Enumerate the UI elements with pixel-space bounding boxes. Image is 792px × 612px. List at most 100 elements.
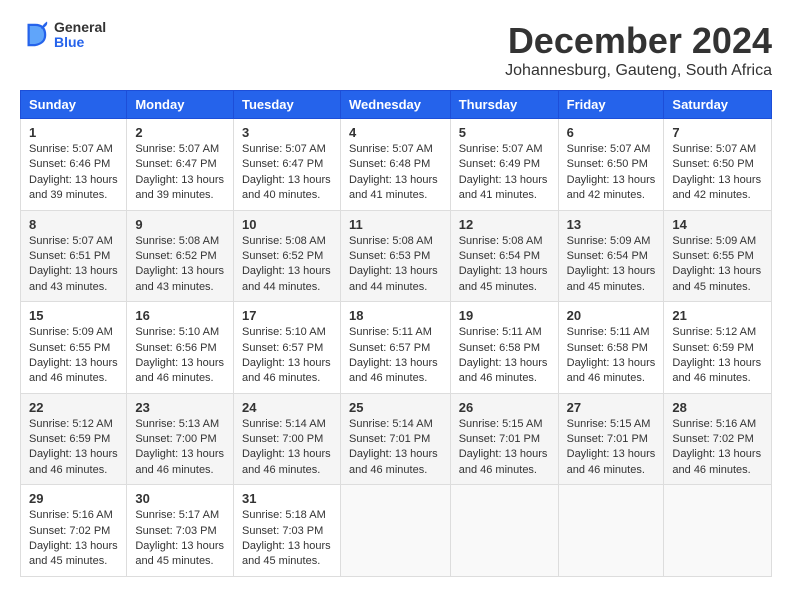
daylight-label: Daylight: 13 hours and 45 minutes. (242, 540, 331, 567)
calendar-week-row: 22 Sunrise: 5:12 AM Sunset: 6:59 PM Dayl… (21, 393, 772, 485)
sunset-label: Sunset: 6:56 PM (135, 342, 216, 354)
day-info: Sunrise: 5:08 AM Sunset: 6:54 PM Dayligh… (459, 234, 550, 296)
month-title: December 2024 (505, 20, 772, 62)
table-row: 4 Sunrise: 5:07 AM Sunset: 6:48 PM Dayli… (340, 119, 450, 211)
daylight-label: Daylight: 13 hours and 46 minutes. (672, 448, 761, 475)
sunrise-label: Sunrise: 5:08 AM (135, 235, 219, 247)
sunrise-label: Sunrise: 5:09 AM (567, 235, 651, 247)
logo: General Blue (20, 20, 106, 51)
col-friday: Friday (558, 91, 664, 119)
day-info: Sunrise: 5:18 AM Sunset: 7:03 PM Dayligh… (242, 508, 332, 570)
day-info: Sunrise: 5:07 AM Sunset: 6:50 PM Dayligh… (672, 142, 763, 204)
day-number: 31 (242, 491, 332, 506)
logo-icon (20, 20, 50, 50)
day-number: 29 (29, 491, 118, 506)
table-row: 10 Sunrise: 5:08 AM Sunset: 6:52 PM Dayl… (233, 210, 340, 302)
day-number: 3 (242, 125, 332, 140)
table-row (340, 485, 450, 577)
day-number: 13 (567, 217, 656, 232)
day-number: 7 (672, 125, 763, 140)
daylight-label: Daylight: 13 hours and 46 minutes. (242, 357, 331, 384)
day-number: 8 (29, 217, 118, 232)
sunset-label: Sunset: 7:01 PM (459, 433, 540, 445)
day-info: Sunrise: 5:11 AM Sunset: 6:57 PM Dayligh… (349, 325, 442, 387)
sunrise-label: Sunrise: 5:10 AM (242, 326, 326, 338)
day-number: 15 (29, 308, 118, 323)
day-info: Sunrise: 5:14 AM Sunset: 7:01 PM Dayligh… (349, 417, 442, 479)
sunrise-label: Sunrise: 5:09 AM (29, 326, 113, 338)
sunset-label: Sunset: 7:03 PM (242, 525, 323, 537)
daylight-label: Daylight: 13 hours and 39 minutes. (135, 174, 224, 201)
day-info: Sunrise: 5:12 AM Sunset: 6:59 PM Dayligh… (29, 417, 118, 479)
daylight-label: Daylight: 13 hours and 45 minutes. (459, 265, 548, 292)
sunrise-label: Sunrise: 5:07 AM (672, 143, 756, 155)
table-row: 15 Sunrise: 5:09 AM Sunset: 6:55 PM Dayl… (21, 302, 127, 394)
table-row: 23 Sunrise: 5:13 AM Sunset: 7:00 PM Dayl… (127, 393, 234, 485)
location-title: Johannesburg, Gauteng, South Africa (505, 62, 772, 80)
sunset-label: Sunset: 6:51 PM (29, 250, 110, 262)
sunrise-label: Sunrise: 5:08 AM (349, 235, 433, 247)
daylight-label: Daylight: 13 hours and 46 minutes. (349, 357, 438, 384)
sunset-label: Sunset: 6:58 PM (567, 342, 648, 354)
daylight-label: Daylight: 13 hours and 45 minutes. (135, 540, 224, 567)
table-row: 21 Sunrise: 5:12 AM Sunset: 6:59 PM Dayl… (664, 302, 772, 394)
sunset-label: Sunset: 7:00 PM (242, 433, 323, 445)
day-info: Sunrise: 5:11 AM Sunset: 6:58 PM Dayligh… (567, 325, 656, 387)
sunrise-label: Sunrise: 5:11 AM (459, 326, 542, 338)
daylight-label: Daylight: 13 hours and 43 minutes. (135, 265, 224, 292)
sunrise-label: Sunrise: 5:07 AM (29, 143, 113, 155)
sunrise-label: Sunrise: 5:07 AM (135, 143, 219, 155)
table-row: 9 Sunrise: 5:08 AM Sunset: 6:52 PM Dayli… (127, 210, 234, 302)
sunset-label: Sunset: 6:47 PM (242, 158, 323, 170)
sunset-label: Sunset: 6:52 PM (135, 250, 216, 262)
sunrise-label: Sunrise: 5:14 AM (349, 418, 433, 430)
sunset-label: Sunset: 6:55 PM (29, 342, 110, 354)
sunset-label: Sunset: 6:55 PM (672, 250, 753, 262)
daylight-label: Daylight: 13 hours and 42 minutes. (567, 174, 656, 201)
table-row: 14 Sunrise: 5:09 AM Sunset: 6:55 PM Dayl… (664, 210, 772, 302)
sunrise-label: Sunrise: 5:07 AM (349, 143, 433, 155)
sunrise-label: Sunrise: 5:08 AM (459, 235, 543, 247)
day-info: Sunrise: 5:15 AM Sunset: 7:01 PM Dayligh… (459, 417, 550, 479)
daylight-label: Daylight: 13 hours and 46 minutes. (29, 357, 118, 384)
col-saturday: Saturday (664, 91, 772, 119)
day-info: Sunrise: 5:09 AM Sunset: 6:54 PM Dayligh… (567, 234, 656, 296)
day-info: Sunrise: 5:07 AM Sunset: 6:46 PM Dayligh… (29, 142, 118, 204)
sunrise-label: Sunrise: 5:09 AM (672, 235, 756, 247)
day-info: Sunrise: 5:07 AM Sunset: 6:47 PM Dayligh… (242, 142, 332, 204)
table-row: 7 Sunrise: 5:07 AM Sunset: 6:50 PM Dayli… (664, 119, 772, 211)
day-info: Sunrise: 5:11 AM Sunset: 6:58 PM Dayligh… (459, 325, 550, 387)
sunrise-label: Sunrise: 5:08 AM (242, 235, 326, 247)
day-info: Sunrise: 5:09 AM Sunset: 6:55 PM Dayligh… (672, 234, 763, 296)
sunset-label: Sunset: 6:54 PM (567, 250, 648, 262)
table-row (558, 485, 664, 577)
table-row: 6 Sunrise: 5:07 AM Sunset: 6:50 PM Dayli… (558, 119, 664, 211)
header: General Blue December 2024 Johannesburg,… (20, 20, 772, 80)
day-info: Sunrise: 5:16 AM Sunset: 7:02 PM Dayligh… (672, 417, 763, 479)
daylight-label: Daylight: 13 hours and 45 minutes. (672, 265, 761, 292)
day-info: Sunrise: 5:07 AM Sunset: 6:47 PM Dayligh… (135, 142, 225, 204)
sunrise-label: Sunrise: 5:13 AM (135, 418, 219, 430)
day-info: Sunrise: 5:07 AM Sunset: 6:49 PM Dayligh… (459, 142, 550, 204)
day-info: Sunrise: 5:07 AM Sunset: 6:48 PM Dayligh… (349, 142, 442, 204)
sunset-label: Sunset: 6:57 PM (242, 342, 323, 354)
day-number: 6 (567, 125, 656, 140)
sunset-label: Sunset: 6:52 PM (242, 250, 323, 262)
day-info: Sunrise: 5:12 AM Sunset: 6:59 PM Dayligh… (672, 325, 763, 387)
table-row: 19 Sunrise: 5:11 AM Sunset: 6:58 PM Dayl… (450, 302, 558, 394)
logo-general-text: General (54, 20, 106, 35)
day-number: 23 (135, 400, 225, 415)
day-info: Sunrise: 5:16 AM Sunset: 7:02 PM Dayligh… (29, 508, 118, 570)
daylight-label: Daylight: 13 hours and 46 minutes. (567, 448, 656, 475)
table-row (450, 485, 558, 577)
sunset-label: Sunset: 7:02 PM (672, 433, 753, 445)
day-number: 16 (135, 308, 225, 323)
table-row: 22 Sunrise: 5:12 AM Sunset: 6:59 PM Dayl… (21, 393, 127, 485)
sunset-label: Sunset: 7:01 PM (567, 433, 648, 445)
table-row: 18 Sunrise: 5:11 AM Sunset: 6:57 PM Dayl… (340, 302, 450, 394)
day-info: Sunrise: 5:10 AM Sunset: 6:56 PM Dayligh… (135, 325, 225, 387)
daylight-label: Daylight: 13 hours and 46 minutes. (135, 357, 224, 384)
day-number: 4 (349, 125, 442, 140)
day-number: 2 (135, 125, 225, 140)
sunrise-label: Sunrise: 5:17 AM (135, 509, 219, 521)
